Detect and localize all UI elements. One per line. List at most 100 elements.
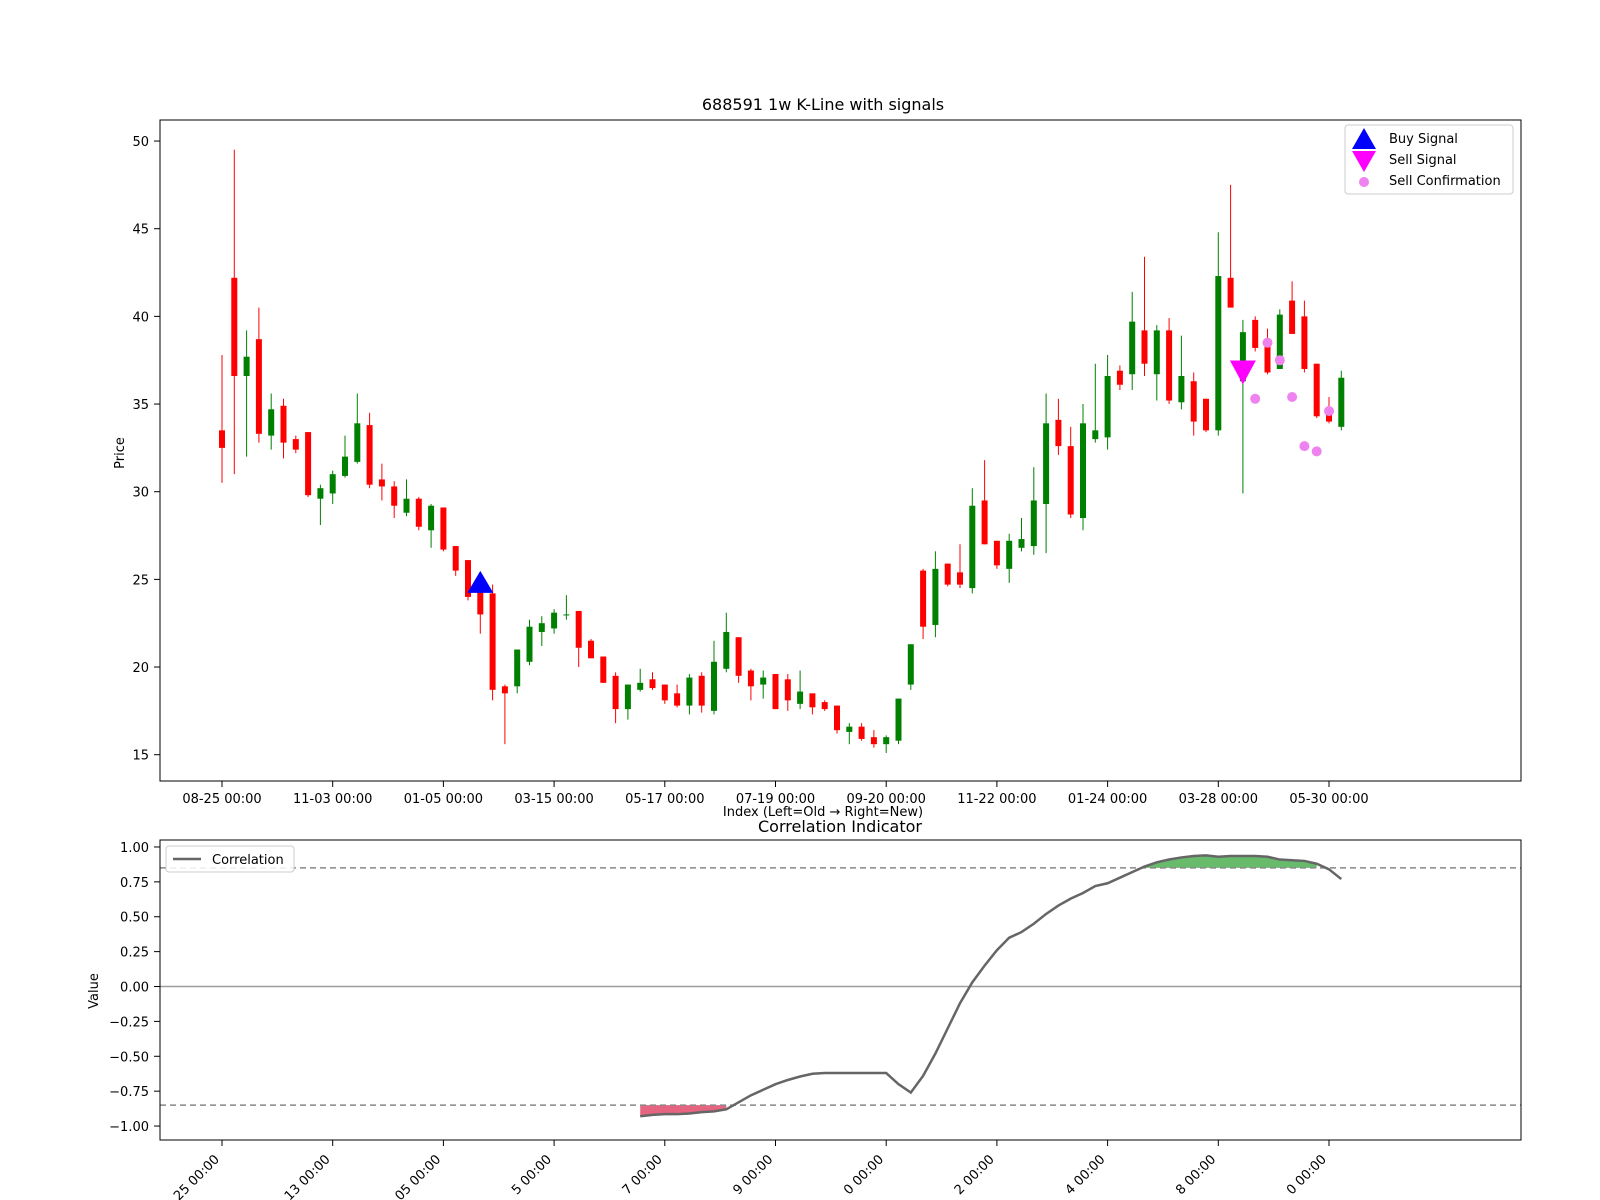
correlation-x-tick-label: 2 00:00 — [952, 1152, 998, 1198]
correlation-axes: 1.00 0.75 0.50 0.25 0.00 −0.25 −0.50 −0.75 −1.00… — [109, 841, 1330, 1200]
correlation-y-tick-label: 0.25 — [120, 946, 149, 961]
correlation-x-tick-label: 7 00:00 — [620, 1152, 666, 1198]
correlation-y-tick-label: 1.00 — [120, 841, 149, 856]
sell-confirmation-marker — [1311, 446, 1322, 457]
kline-y-tick-label: 30 — [132, 486, 149, 501]
candle-body — [403, 498, 410, 513]
candle-body — [588, 640, 594, 659]
kline-y-tick-label: 35 — [132, 398, 149, 413]
candle-body — [944, 563, 951, 585]
candle-body — [563, 614, 570, 616]
correlation-y-tick-label: 0.50 — [120, 911, 149, 926]
candle-body — [698, 675, 705, 706]
candle-body — [415, 498, 422, 527]
candle-body — [1030, 500, 1037, 547]
candle-body — [957, 572, 963, 585]
kline-axes: 15 20 25 30 35 40 45 50 08-25 00:00 11-03 00:00 01… — [132, 135, 1368, 807]
candle-body — [1313, 363, 1320, 417]
correlation-y-tick-label: −0.25 — [109, 1015, 149, 1030]
candle-body — [440, 507, 447, 550]
candle-body — [1289, 300, 1296, 334]
sell-confirmation-marker — [1324, 406, 1334, 417]
legend-sell-signal-label: Sell Signal — [1389, 153, 1457, 168]
candle-body — [735, 637, 742, 676]
candle-body — [907, 644, 914, 685]
correlation-y-tick-label: −1.00 — [109, 1120, 149, 1135]
candle-body — [711, 661, 717, 711]
legend-sell-confirmation-label: Sell Confirmation — [1389, 174, 1501, 189]
correlation-y-tick-label: 0.75 — [120, 876, 149, 891]
candle-body — [932, 568, 939, 625]
correlation-x-tick-label: 4 00:00 — [1063, 1152, 1109, 1198]
candle-body — [1166, 330, 1173, 401]
candle-body — [1264, 344, 1271, 373]
sell-confirmation-marker — [1274, 355, 1285, 366]
candle-body — [674, 693, 681, 706]
kline-x-tick-label: 05-17 00:00 — [625, 792, 704, 807]
correlation-x-tick-label: 5 00:00 — [509, 1152, 555, 1198]
candle-body — [317, 488, 324, 499]
candle-body — [1129, 321, 1136, 375]
correlation-x-tick-label: 9 00:00 — [730, 1152, 776, 1198]
candle-body — [1178, 375, 1185, 403]
candle-body — [600, 656, 607, 683]
candle-body — [772, 674, 779, 710]
correlation-y-tick-label: −0.75 — [109, 1085, 149, 1100]
kline-x-tick-label: 01-05 00:00 — [404, 792, 483, 807]
candle-body — [760, 677, 767, 685]
candle-body — [366, 425, 373, 485]
kline-x-tick-label: 05-30 00:00 — [1289, 792, 1368, 807]
kline-y-tick-label: 15 — [132, 749, 149, 764]
correlation-legend: Correlation — [165, 845, 295, 873]
kline-y-tick-label: 50 — [132, 135, 149, 150]
correlation-x-tick-label: 8 00:00 — [1173, 1152, 1219, 1198]
chart-canvas: 688591 1w K-Line with signals Index (Lef… — [87, 95, 1522, 1200]
kline-y-tick-label: 25 — [132, 573, 149, 588]
candle-body — [1055, 419, 1062, 447]
candle-body — [1067, 446, 1074, 515]
candle-body — [551, 612, 558, 629]
candle-body — [354, 423, 361, 462]
candle-body — [1153, 330, 1160, 375]
candle-body — [1080, 423, 1086, 519]
kline-x-tick-label: 11-03 00:00 — [293, 792, 372, 807]
candle-body — [489, 593, 496, 690]
candle-body — [661, 684, 668, 701]
correlation-x-tick-label: 05 00:00 — [393, 1152, 445, 1200]
candle-body — [834, 705, 840, 731]
correlation-plot-frame — [159, 839, 1522, 1141]
candle-body — [981, 500, 988, 545]
candle-body — [1018, 539, 1025, 548]
candle-body — [1116, 370, 1123, 385]
candle-body — [391, 486, 398, 506]
candle-body — [1338, 377, 1345, 427]
candle-body — [821, 702, 828, 710]
candle-body — [920, 570, 927, 627]
candle-body — [292, 439, 299, 450]
correlation-x-tick-label: 13 00:00 — [282, 1152, 334, 1200]
candle-body — [1006, 540, 1013, 569]
kline-x-tick-label: 07-19 00:00 — [736, 792, 815, 807]
candle-body — [1203, 398, 1209, 431]
candle-body — [575, 610, 582, 648]
buy-signal-marker — [467, 570, 494, 593]
candle-body — [883, 737, 890, 745]
sell-confirmation-marker — [1287, 392, 1298, 403]
candle-body — [329, 474, 336, 494]
candle-body — [969, 505, 976, 589]
candle-body — [538, 623, 545, 632]
candle-body — [637, 682, 644, 690]
kline-legend: Buy Signal Sell Signal Sell Confirmation — [1344, 124, 1514, 195]
kline-candles — [219, 149, 1345, 753]
candle-body — [501, 686, 508, 694]
candle-body — [1252, 319, 1259, 348]
sell-signal-marker — [1229, 360, 1256, 385]
correlation-y-axis-label: Value — [87, 973, 102, 1009]
candle-body — [1227, 277, 1234, 308]
legend-buy-signal-label: Buy Signal — [1389, 132, 1458, 147]
correlation-lines — [160, 854, 1521, 1118]
kline-title: 688591 1w K-Line with signals — [702, 95, 944, 114]
kline-x-tick-label: 11-22 00:00 — [957, 792, 1036, 807]
kline-x-tick-label: 08-25 00:00 — [182, 792, 261, 807]
candle-body — [1043, 423, 1050, 504]
